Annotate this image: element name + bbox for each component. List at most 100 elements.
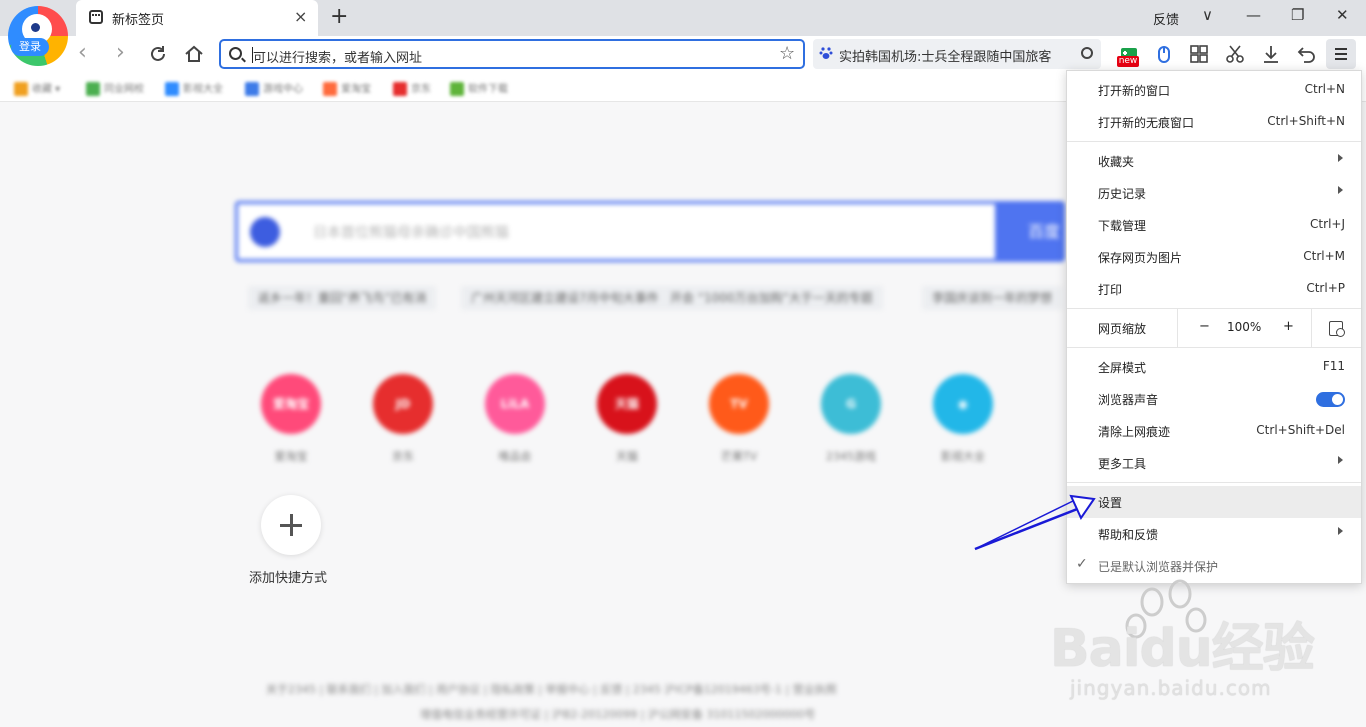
apps-icon[interactable] [1189, 44, 1209, 64]
submenu-arrow-icon [1338, 186, 1343, 194]
site-shortcut[interactable]: JD 京东 [373, 374, 433, 464]
menu-divider [1067, 482, 1361, 483]
zoom-settings-icon[interactable] [1329, 321, 1345, 337]
hot-chip[interactable]: 返乡一年！重回“养飞鸟”已有消 [248, 286, 437, 310]
footer-links: 关于2345 | 联系我们 | 加入我们 | 用户协议 | 隐私政策 | 举报中… [266, 683, 837, 696]
menu-shortcut: Ctrl+Shift+Del [1256, 423, 1345, 437]
hot-chip[interactable]: 广州天河区建立建设7月中旬大事件 [461, 286, 669, 310]
menu-item-new-window[interactable]: 打开新的窗口 Ctrl+N [1067, 74, 1361, 106]
menu-item-label: 保存网页为图片 [1098, 251, 1183, 265]
back-icon[interactable]: ‹ [78, 40, 87, 65]
dropdown-icon[interactable]: ∨ [1202, 6, 1213, 24]
menu-divider [1177, 309, 1178, 348]
menu-shortcut: Ctrl+N [1304, 82, 1345, 96]
hot-chip[interactable]: 李国庆谈到一年的梦想 [922, 286, 1063, 310]
site-logo: TV [709, 374, 769, 434]
site-logo: JD [373, 374, 433, 434]
baidu-paw-icon [819, 47, 833, 59]
page-search-box[interactable]: 日本首位熊猫母亲确诊中国熊猫 百度 [235, 201, 1065, 262]
menu-item-new-incognito[interactable]: 打开新的无痕窗口 Ctrl+Shift+N [1067, 106, 1361, 138]
menu-item-label: 打开新的窗口 [1098, 84, 1171, 98]
mouse-icon[interactable] [1154, 44, 1174, 64]
toolbar: ‹ › 可以进行搜索，或者输入网址 ☆ 实拍韩国机场:士兵全程跟随中国旅客 [0, 36, 1366, 72]
site-name: 2345游戏 [826, 450, 876, 463]
zoom-out-button[interactable]: − [1199, 319, 1210, 334]
add-shortcut-label: 添加快捷方式 [249, 571, 328, 586]
bookmark-star-icon[interactable]: ☆ [779, 43, 795, 64]
search-icon [229, 47, 242, 60]
footer-license: 增值电信业务经营许可证 | 沪B2-20120099 | 沪公网安备 31011… [420, 708, 816, 721]
check-icon: ✓ [1076, 556, 1088, 572]
baidu-paw-icon [250, 217, 280, 247]
menu-item-label: 清除上网痕迹 [1098, 425, 1171, 439]
site-logo: 爱淘宝 [261, 374, 321, 434]
add-shortcut-button[interactable] [261, 495, 321, 555]
menu-shortcut: Ctrl+J [1310, 217, 1345, 231]
menu-item-favorites[interactable]: 收藏夹 [1067, 145, 1361, 177]
hot-search-text: 实拍韩国机场:士兵全程跟随中国旅客 [839, 50, 1052, 65]
site-shortcut[interactable]: ◉ 影视大全 [933, 374, 993, 464]
close-window-button[interactable]: ✕ [1336, 6, 1349, 24]
tab-close-icon[interactable]: × [294, 7, 307, 26]
menu-item-clear-traces[interactable]: 清除上网痕迹 Ctrl+Shift+Del [1067, 415, 1361, 447]
menu-item-fullscreen[interactable]: 全屏模式 F11 [1067, 351, 1361, 383]
bookmark-item[interactable]: 收藏 ▾ [14, 80, 60, 96]
submenu-arrow-icon [1338, 154, 1343, 162]
menu-item-label: 帮助和反馈 [1098, 528, 1159, 542]
login-button[interactable]: 登录 [11, 38, 49, 56]
bookmark-item[interactable]: 软件下载 [450, 80, 508, 96]
site-shortcut[interactable]: G 2345游戏 [821, 374, 881, 464]
page-search-button[interactable]: 百度 [995, 204, 1065, 259]
download-icon[interactable] [1261, 44, 1281, 64]
sound-toggle[interactable] [1316, 392, 1345, 407]
menu-item-more-tools[interactable]: 更多工具 [1067, 447, 1361, 479]
bookmark-item[interactable]: 京东 [393, 80, 431, 96]
tab-title: 新标签页 [112, 13, 165, 28]
browser-logo[interactable] [8, 6, 68, 66]
site-shortcut[interactable]: 爱淘宝 爱淘宝 [261, 374, 321, 464]
hot-search-box[interactable]: 实拍韩国机场:士兵全程跟随中国旅客 [813, 39, 1101, 69]
watermark-url: jingyan.baidu.com [1070, 676, 1272, 700]
bookmark-item[interactable]: 游戏中心 [245, 80, 303, 96]
new-tab-button[interactable]: + [330, 4, 348, 29]
menu-icon[interactable] [1326, 39, 1356, 69]
menu-item-label: 收藏夹 [1098, 155, 1135, 169]
zoom-in-button[interactable]: + [1283, 319, 1294, 334]
menu-item-zoom: 网页缩放 − 100% + [1067, 309, 1361, 348]
scissors-icon[interactable] [1225, 44, 1245, 64]
bookmark-item[interactable]: 爱淘宝 [323, 80, 371, 96]
menu-item-downloads[interactable]: 下载管理 Ctrl+J [1067, 209, 1361, 241]
site-name: 影视大全 [941, 450, 985, 463]
maximize-button[interactable]: ❐ [1291, 6, 1304, 24]
hot-chip[interactable]: 开会 “1000万台加购”大于一天的专题 [660, 286, 883, 310]
menu-shortcut: F11 [1322, 359, 1345, 373]
address-bar[interactable]: 可以进行搜索，或者输入网址 ☆ [219, 39, 805, 69]
site-shortcut[interactable]: LiLA 唯品会 [485, 374, 545, 464]
minimize-button[interactable]: — [1246, 6, 1261, 24]
menu-item-save-image[interactable]: 保存网页为图片 Ctrl+M [1067, 241, 1361, 273]
feedback-button[interactable]: 反馈 [1153, 9, 1179, 28]
tab-new-tab[interactable]: 新标签页 × [76, 0, 318, 36]
menu-item-label: 历史记录 [1098, 187, 1147, 201]
address-placeholder: 可以进行搜索，或者输入网址 [253, 51, 423, 66]
search-icon[interactable] [1081, 47, 1093, 59]
menu-item-history[interactable]: 历史记录 [1067, 177, 1361, 209]
bookmark-item[interactable]: 同业网校 [86, 80, 144, 96]
menu-item-label: 全屏模式 [1098, 361, 1147, 375]
menu-item-help[interactable]: 帮助和反馈 [1067, 518, 1361, 550]
site-shortcut[interactable]: 天猫 天猫 [597, 374, 657, 464]
menu-item-print[interactable]: 打印 Ctrl+P [1067, 273, 1361, 305]
menu-divider [1311, 309, 1312, 348]
undo-icon[interactable] [1297, 44, 1317, 64]
forward-icon[interactable]: › [116, 40, 125, 65]
menu-item-default-browser[interactable]: ✓ 已是默认浏览器并保护 [1067, 550, 1361, 582]
bookmark-item[interactable]: 影视大全 [165, 80, 223, 96]
menu-item-label: 打开新的无痕窗口 [1098, 116, 1195, 130]
menu-item-sound[interactable]: 浏览器声音 [1067, 383, 1361, 415]
menu-shortcut: Ctrl+Shift+N [1267, 114, 1345, 128]
menu-item-label: 下载管理 [1098, 219, 1147, 233]
refresh-icon[interactable] [148, 44, 168, 64]
menu-item-settings[interactable]: 设置 [1067, 486, 1361, 518]
site-shortcut[interactable]: TV 芒果TV [709, 374, 769, 464]
home-icon[interactable] [184, 44, 204, 64]
